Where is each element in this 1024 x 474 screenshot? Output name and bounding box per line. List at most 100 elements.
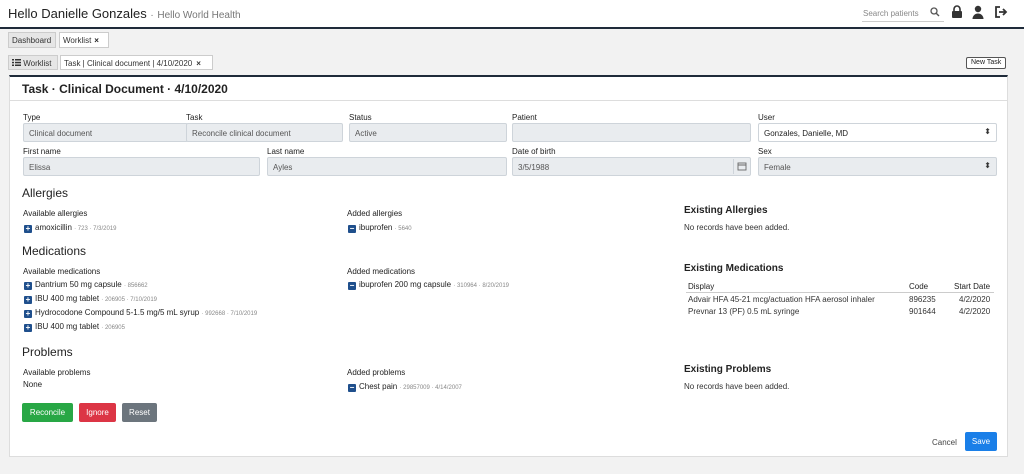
remove-icon[interactable]: − [348,384,356,392]
divider [10,100,1007,101]
add-icon[interactable]: + [24,324,32,332]
add-icon[interactable]: + [24,282,32,290]
item-name: Dantrium 50 mg capsule [35,280,122,289]
sex-select[interactable]: Female ⬍ [758,157,997,176]
type-field: Clinical document [23,123,188,142]
existing-problems-heading: Existing Problems [684,364,772,375]
org-name: Hello World Health [157,10,241,21]
reset-button[interactable]: Reset [122,403,157,422]
problems-heading: Problems [22,345,73,359]
select-caret-icon: ⬍ [984,127,991,136]
select-caret-icon: ⬍ [984,161,991,170]
existing-problems-empty: No records have been added. [684,382,790,391]
save-button[interactable]: Save [965,432,997,451]
item-meta: · 206905 · 7/10/2019 [101,297,157,303]
sign-out-icon[interactable] [994,5,1008,21]
available-problems-label: Available problems [23,368,91,377]
item-meta: · 856662 [123,283,148,289]
patient-field [512,123,751,142]
medications-heading: Medications [22,244,87,258]
user-select[interactable]: Gonzales, Danielle, MD ⬍ [758,123,997,142]
dob-label: Date of birth [512,147,556,156]
top-bar: Hello Danielle Gonzales · Hello World He… [0,0,1024,29]
item-meta: · 992668 · 7/10/2019 [201,311,258,317]
list-item[interactable]: + Dantrium 50 mg capsule · 856662 [24,280,148,290]
row-code: 896235 [909,295,936,304]
search-icon[interactable] [930,7,940,19]
tab-label: Dashboard [12,36,52,45]
add-icon[interactable]: + [24,225,32,233]
dob-field: 3/5/1988 [512,157,751,176]
item-meta: · 723 · 7/3/2019 [74,226,117,232]
user-select-value: Gonzales, Danielle, MD [764,129,849,138]
item-meta: · 5640 [394,226,412,232]
task-card: Task · Clinical Document · 4/10/2020 Typ… [9,75,1008,457]
list-item[interactable]: − ibuprofen 200 mg capsule · 310964 · 8/2… [348,280,509,290]
row-start-date: 4/2/2020 [959,307,991,316]
item-meta: · 29857009 · 4/14/2007 [399,385,462,391]
ignore-button[interactable]: Ignore [79,403,116,422]
sex-select-value: Female [764,163,791,172]
page-title: Task · Clinical Document · 4/10/2020 [22,82,228,96]
added-problems-label: Added problems [347,368,406,377]
list-item[interactable]: − Chest pain · 29857009 · 4/14/2007 [348,382,462,392]
greeting-separator: · [150,10,154,21]
status-field: Active [349,123,507,142]
lock-icon[interactable] [951,5,963,21]
task-field: Reconcile clinical document [186,123,343,142]
tab-label: Worklist [63,36,92,45]
item-name: Hydrocodone Compound 5-1.5 mg/5 mL syrup [35,308,200,317]
table-header-display: Display [688,282,715,291]
status-label: Status [349,113,372,122]
user-icon[interactable] [972,5,984,21]
user-label: User [758,113,775,122]
remove-icon[interactable]: − [348,225,356,233]
existing-allergies-heading: Existing Allergies [684,205,768,216]
table-header-start-date: Start Date [954,282,991,291]
breadcrumb-label: Task | Clinical document | 4/10/2020 [64,59,193,68]
add-icon[interactable]: + [24,310,32,318]
item-name: Chest pain [359,382,398,391]
last-name-field: Ayles [267,157,507,176]
greeting: Hello Danielle Gonzales · Hello World He… [8,6,241,21]
close-icon[interactable]: × [94,36,99,45]
tab-dashboard[interactable]: Dashboard [8,32,56,48]
tab-worklist[interactable]: Worklist × [59,32,109,48]
cancel-button[interactable]: Cancel [932,438,957,447]
close-icon[interactable]: × [196,59,201,68]
list-item[interactable]: + Hydrocodone Compound 5-1.5 mg/5 mL syru… [24,308,257,318]
search-placeholder: Search patients [863,9,919,18]
added-medications-label: Added medications [347,267,416,276]
list-item[interactable]: + amoxicillin · 723 · 7/3/2019 [24,223,117,233]
new-task-button[interactable]: New Task [966,57,1007,69]
list-item[interactable]: + IBU 400 mg tablet · 206905 · 7/10/2019 [24,294,157,304]
row-start-date: 4/2/2020 [959,295,991,304]
table-header-code: Code [909,282,929,291]
breadcrumb-task[interactable]: Task | Clinical document | 4/10/2020 × [60,55,213,70]
first-name-field: Elissa [23,157,260,176]
breadcrumb-label: Worklist [23,59,52,68]
first-name-label: First name [23,147,61,156]
item-name: ibuprofen [359,223,393,232]
available-medications-label: Available medications [23,267,101,276]
added-allergies-label: Added allergies [347,209,403,218]
type-label: Type [23,113,41,122]
item-meta: · 206905 [101,325,125,331]
greeting-text: Hello Danielle Gonzales [8,6,147,21]
task-label: Task [186,113,203,122]
search-patients-input[interactable]: Search patients [862,5,944,22]
list-item[interactable]: + IBU 400 mg tablet · 206905 [24,322,125,332]
reconcile-button[interactable]: Reconcile [22,403,73,422]
calendar-icon[interactable] [733,159,749,174]
remove-icon[interactable]: − [348,282,356,290]
sex-label: Sex [758,147,772,156]
item-name: IBU 400 mg tablet [35,294,100,303]
row-code: 901644 [909,307,936,316]
item-name: ibuprofen 200 mg capsule [359,280,452,289]
list-item[interactable]: − ibuprofen · 5640 [348,223,412,233]
table-divider [686,292,994,293]
add-icon[interactable]: + [24,296,32,304]
existing-medications-heading: Existing Medications [684,263,784,274]
breadcrumb-worklist[interactable]: Worklist [8,55,58,70]
item-meta: · 310964 · 8/20/2019 [453,283,510,289]
